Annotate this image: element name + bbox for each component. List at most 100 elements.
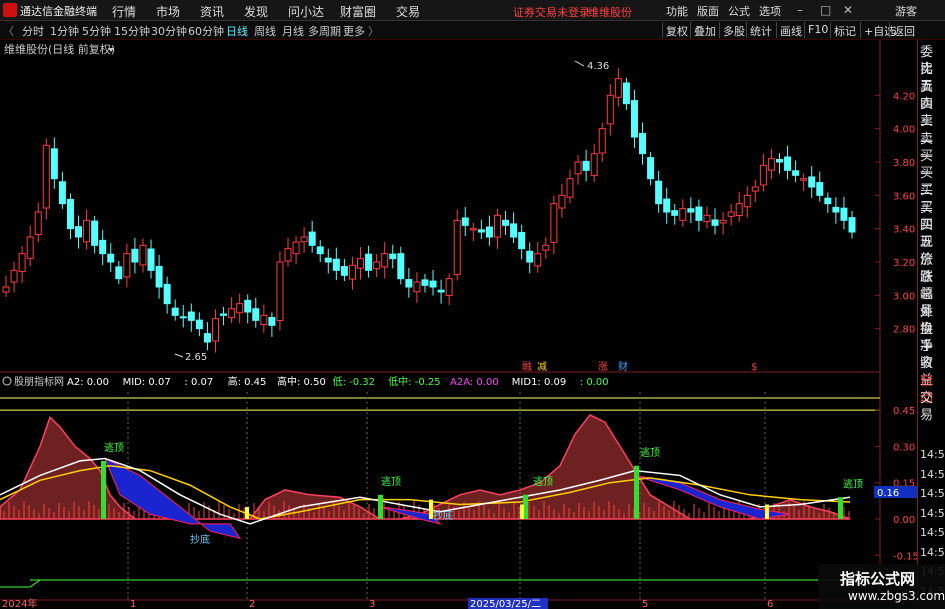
candle-body xyxy=(244,299,252,313)
escape-top-label: 逃顶 xyxy=(843,478,863,491)
indicator-param: 高: 0.45 xyxy=(228,375,267,388)
period-5min[interactable]: 5分钟 xyxy=(82,23,111,39)
menu-bar: 通达信金融终端 行情 市场 资讯 发现 问小达 财富圈 交易 证券交易未登录 维… xyxy=(0,0,945,21)
stock-name-alert[interactable]: 维维股份 xyxy=(588,4,632,20)
candle-body xyxy=(445,278,453,296)
indicator-tick-label: 0.00 xyxy=(893,515,915,526)
candle-body xyxy=(671,210,679,216)
candle-body xyxy=(510,223,518,238)
indicator-tick-label: -0.15 xyxy=(893,551,917,562)
candle-body xyxy=(647,157,655,180)
buy-bottom-label: 抄底 xyxy=(433,509,453,522)
price-tick-label: 3.60 xyxy=(893,191,915,202)
tool-back[interactable]: 返回 xyxy=(889,22,918,38)
period-more[interactable]: 更多 xyxy=(343,23,365,39)
tool-multi-stock[interactable]: 多股 xyxy=(719,22,748,38)
tool-adjust[interactable]: 复权 xyxy=(662,22,691,38)
tool-f10[interactable]: F10 xyxy=(804,22,831,38)
candle-body xyxy=(622,82,630,105)
candle-body xyxy=(195,319,203,330)
trade-time: 14:56 xyxy=(920,526,945,539)
period-1min[interactable]: 1分钟 xyxy=(50,23,79,39)
toolbar-left-arrow-icon[interactable]: 〈 xyxy=(3,23,14,39)
tool-overlay[interactable]: 叠加 xyxy=(690,22,719,38)
menu-layout[interactable]: 版面 xyxy=(697,3,719,19)
candle-body xyxy=(687,208,695,213)
maximize-button[interactable]: □ xyxy=(820,3,831,17)
indicator-tick-label: 0.30 xyxy=(893,442,915,453)
candle-body xyxy=(792,170,800,176)
indicator-param: MID: 0.07 xyxy=(123,377,171,388)
candle-body xyxy=(91,220,99,246)
candle-body xyxy=(26,236,34,259)
menu-item-news[interactable]: 资讯 xyxy=(200,3,224,20)
menu-function[interactable]: 功能 xyxy=(666,3,688,19)
event-marker[interactable]: 涨 xyxy=(598,361,608,373)
escape-top-label: 逃顶 xyxy=(381,475,401,488)
period-monthly[interactable]: 月线 xyxy=(282,23,304,39)
quote-field-label[interactable]: 交易 xyxy=(920,390,945,424)
minimize-button[interactable]: – xyxy=(797,3,803,17)
period-15min[interactable]: 15分钟 xyxy=(114,23,150,39)
candle-body xyxy=(236,303,244,314)
close-button[interactable]: ✕ xyxy=(843,3,853,17)
candle-body xyxy=(2,286,10,293)
tool-mark[interactable]: 标记 xyxy=(830,22,859,38)
menu-item-fortune[interactable]: 财富圈 xyxy=(340,3,376,20)
app-logo-icon xyxy=(3,3,17,17)
candle-body xyxy=(566,178,574,198)
candle-body xyxy=(832,206,840,213)
candle-body xyxy=(179,316,187,319)
candle-body xyxy=(381,253,389,268)
period-daily[interactable]: 日线 xyxy=(226,23,248,39)
quote-side-panel: 委比 卖五 卖四 卖三 卖二 卖一 买一 买二 买三 买四 买五 现价 涨跌 涨幅 总量 外盘 换手 净资 收益 自动… xyxy=(917,40,945,609)
date-label: 5 xyxy=(642,599,648,609)
candle-body xyxy=(477,229,485,233)
price-tick-label: 3.40 xyxy=(893,225,915,236)
candle-body xyxy=(50,148,58,180)
period-multi[interactable]: 多周期 xyxy=(308,23,341,39)
escape-top-label: 逃顶 xyxy=(533,475,553,488)
indicator-param: A2A: 0.00 xyxy=(450,377,499,388)
candle-body xyxy=(775,158,783,163)
event-marker[interactable]: 财 xyxy=(618,360,628,373)
menu-formula[interactable]: 公式 xyxy=(728,3,750,19)
menu-item-trade[interactable]: 交易 xyxy=(396,3,420,20)
menu-item-ask[interactable]: 问小达 xyxy=(288,3,324,20)
candle-body xyxy=(663,198,671,213)
guest-label[interactable]: 游客 xyxy=(895,3,917,19)
trade-time: 14:56 xyxy=(920,448,945,461)
price-tick-label: 3.20 xyxy=(893,258,915,269)
current-value-text: 0.16 xyxy=(877,488,899,499)
signal-bar xyxy=(378,494,383,519)
candle-body xyxy=(131,248,139,263)
signal-bar xyxy=(101,460,106,519)
chevron-right-icon[interactable]: 〉 xyxy=(368,23,379,39)
candle-body xyxy=(211,318,219,342)
menu-options[interactable]: 选项 xyxy=(759,3,781,19)
period-30min[interactable]: 30分钟 xyxy=(151,23,187,39)
menu-item-market[interactable]: 市场 xyxy=(156,3,180,20)
chart-area[interactable]: 维维股份(日线 前复权) 4.20 4.00 3.80 3.60 3.40 3.20 3.0… xyxy=(0,40,917,609)
event-marker[interactable]: 减 xyxy=(537,361,547,373)
menu-item-discover[interactable]: 发现 xyxy=(244,3,268,20)
candle-body xyxy=(228,308,236,319)
candle-body xyxy=(493,214,501,238)
tool-stats[interactable]: 统计 xyxy=(746,22,775,38)
trade-time: 14:56 xyxy=(920,506,945,520)
period-weekly[interactable]: 周线 xyxy=(254,23,276,39)
period-60min[interactable]: 60分钟 xyxy=(188,23,224,39)
menu-item-quotes[interactable]: 行情 xyxy=(112,3,136,20)
event-marker[interactable]: 融 xyxy=(522,361,532,373)
candle-body xyxy=(413,281,421,293)
period-tick[interactable]: 分时 xyxy=(22,23,44,39)
candle-body xyxy=(751,186,759,192)
event-marker[interactable]: $ xyxy=(751,362,757,373)
indicator-param: 低中: -0.25 xyxy=(388,375,440,388)
login-alert[interactable]: 证券交易未登录 xyxy=(513,4,590,20)
tool-draw[interactable]: 画线 xyxy=(776,22,805,38)
candle-body xyxy=(703,214,711,223)
candle-body xyxy=(784,156,792,171)
candle-body xyxy=(66,198,74,230)
date-label: 6 xyxy=(767,599,773,609)
